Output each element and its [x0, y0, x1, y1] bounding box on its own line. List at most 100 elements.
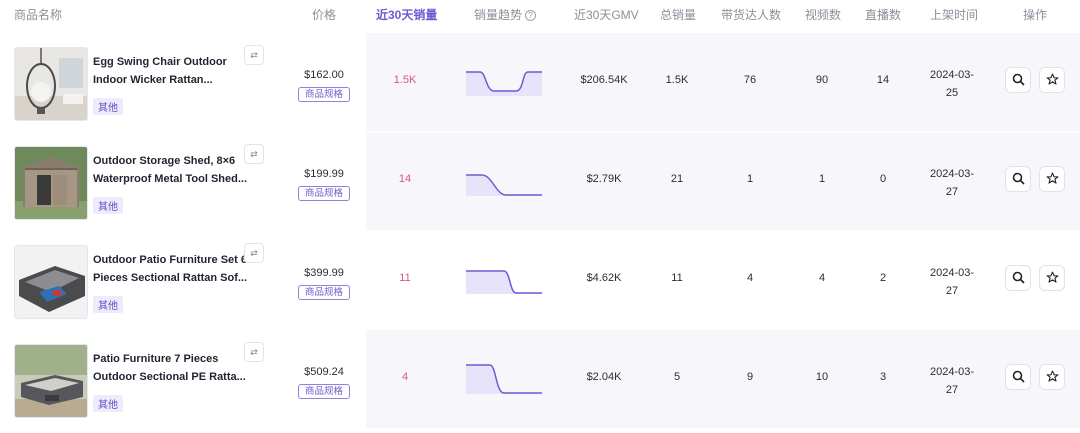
- header-listed-date[interactable]: 上架时间: [930, 6, 978, 23]
- total-sales: 11: [671, 272, 683, 284]
- category-badge: 其他: [93, 296, 123, 313]
- spec-button[interactable]: 商品规格: [298, 87, 350, 102]
- product-thumbnail[interactable]: [14, 344, 88, 418]
- search-icon: [1012, 271, 1025, 284]
- price: $399.99: [304, 267, 344, 279]
- header-trend[interactable]: 销量趋势?: [474, 6, 537, 23]
- table-row[interactable]: Outdoor Storage Shed, 8×6 Waterproof Met…: [0, 132, 1080, 230]
- listed-date-line1: 2024-03-: [929, 366, 975, 378]
- favorite-button[interactable]: [1039, 364, 1065, 390]
- video-count: 1: [818, 173, 826, 185]
- product-title[interactable]: Outdoor Patio Furniture Set 6 Pieces Sec…: [93, 251, 263, 287]
- listed-date: 2024-03- 25: [920, 66, 984, 102]
- header-creators[interactable]: 带货达人数: [721, 6, 781, 23]
- table-row[interactable]: Patio Furniture 7 Pieces Outdoor Section…: [0, 330, 1080, 428]
- translate-icon[interactable]: ⇄: [244, 342, 264, 362]
- favorite-button[interactable]: [1039, 166, 1065, 192]
- gmv-30d: $4.62K: [586, 272, 622, 284]
- search-button[interactable]: [1005, 265, 1031, 291]
- creator-count: 4: [746, 272, 754, 284]
- product-cell: Outdoor Storage Shed, 8×6 Waterproof Met…: [0, 132, 366, 230]
- sales-30d: 1.5K: [393, 74, 417, 86]
- translate-icon[interactable]: ⇄: [244, 144, 264, 164]
- product-thumbnail[interactable]: [14, 146, 88, 220]
- creator-count: 76: [743, 74, 757, 86]
- product-title[interactable]: Outdoor Storage Shed, 8×6 Waterproof Met…: [93, 152, 263, 188]
- product-table: 商品名称 价格 近30天销量 销量趋势? 近30天GMV 总销量 带货达人数 视…: [0, 0, 1080, 433]
- listed-date: 2024-03- 27: [920, 264, 984, 300]
- sales-trend-sparkline: [466, 71, 542, 96]
- sales-trend-sparkline: [466, 270, 542, 294]
- header-product[interactable]: 商品名称: [14, 6, 62, 23]
- product-title[interactable]: Patio Furniture 7 Pieces Outdoor Section…: [93, 350, 263, 386]
- listed-date: 2024-03- 27: [920, 165, 984, 201]
- category-badge: 其他: [93, 395, 123, 412]
- search-button[interactable]: [1005, 364, 1031, 390]
- star-icon: [1046, 172, 1058, 184]
- sales-30d: 14: [398, 173, 412, 185]
- gmv-30d: $206.54K: [580, 74, 628, 86]
- product-cell: Egg Swing Chair Outdoor Indoor Wicker Ra…: [0, 33, 366, 131]
- total-sales: 21: [670, 173, 684, 185]
- live-count: 3: [879, 371, 887, 383]
- table-row[interactable]: Outdoor Patio Furniture Set 6 Pieces Sec…: [0, 231, 1080, 329]
- favorite-button[interactable]: [1039, 67, 1065, 93]
- product-title-line2: Outdoor Sectional PE Ratta...: [93, 371, 246, 383]
- product-thumbnail[interactable]: [14, 47, 88, 121]
- product-cell: Outdoor Patio Furniture Set 6 Pieces Sec…: [0, 231, 366, 329]
- product-title[interactable]: Egg Swing Chair Outdoor Indoor Wicker Ra…: [93, 53, 263, 89]
- live-count: 0: [879, 173, 887, 185]
- translate-icon[interactable]: ⇄: [244, 45, 264, 65]
- product-title-line2: Pieces Sectional Rattan Sof...: [93, 272, 248, 284]
- table-row[interactable]: Egg Swing Chair Outdoor Indoor Wicker Ra…: [0, 33, 1080, 131]
- listed-date-line2: 27: [945, 384, 959, 396]
- product-title-line1: Patio Furniture 7 Pieces: [93, 353, 219, 365]
- listed-date: 2024-03- 27: [920, 363, 984, 399]
- sales-trend-sparkline: [466, 174, 542, 196]
- product-cell: Patio Furniture 7 Pieces Outdoor Section…: [0, 330, 366, 428]
- product-title-line1: Egg Swing Chair Outdoor: [93, 56, 227, 68]
- translate-icon[interactable]: ⇄: [244, 243, 264, 263]
- product-title-line2: Waterproof Metal Tool Shed...: [93, 173, 247, 185]
- header-actions: 操作: [1023, 8, 1048, 22]
- search-button[interactable]: [1005, 67, 1031, 93]
- video-count: 90: [815, 74, 829, 86]
- sales-trend-sparkline: [466, 364, 542, 394]
- product-title-line2: Indoor Wicker Rattan...: [93, 74, 213, 86]
- table-header: 商品名称 价格 近30天销量 销量趋势? 近30天GMV 总销量 带货达人数 视…: [0, 0, 1080, 30]
- listed-date-line1: 2024-03-: [929, 267, 975, 279]
- help-icon[interactable]: ?: [525, 10, 537, 21]
- search-button[interactable]: [1005, 166, 1031, 192]
- spec-button[interactable]: 商品规格: [298, 384, 350, 399]
- header-videos[interactable]: 视频数: [805, 6, 841, 23]
- video-count: 4: [818, 272, 826, 284]
- sales-30d: 11: [399, 272, 411, 284]
- creator-count: 1: [746, 173, 754, 185]
- product-title-line1: Outdoor Patio Furniture Set 6: [93, 254, 248, 266]
- header-sales30[interactable]: 近30天销量: [376, 6, 437, 23]
- sales-30d: 4: [401, 371, 409, 383]
- product-thumbnail[interactable]: [14, 245, 88, 319]
- creator-count: 9: [746, 371, 754, 383]
- price: $162.00: [304, 69, 344, 81]
- live-count: 2: [879, 272, 887, 284]
- spec-button[interactable]: 商品规格: [298, 285, 350, 300]
- star-icon: [1046, 370, 1058, 382]
- gmv-30d: $2.79K: [586, 173, 622, 185]
- header-trend-label: 销量趋势: [474, 8, 523, 22]
- total-sales: 5: [673, 371, 681, 383]
- price: $199.99: [304, 168, 344, 180]
- header-lives[interactable]: 直播数: [865, 6, 901, 23]
- price: $509.24: [304, 366, 344, 378]
- listed-date-line2: 25: [945, 87, 959, 99]
- gmv-30d: $2.04K: [586, 371, 622, 383]
- header-price[interactable]: 价格: [312, 6, 336, 23]
- header-total-sales[interactable]: 总销量: [660, 6, 696, 23]
- search-icon: [1012, 370, 1025, 383]
- spec-button[interactable]: 商品规格: [298, 186, 350, 201]
- favorite-button[interactable]: [1039, 265, 1065, 291]
- listed-date-line2: 27: [945, 186, 959, 198]
- total-sales: 1.5K: [665, 74, 689, 86]
- header-gmv30[interactable]: 近30天GMV: [574, 6, 639, 23]
- listed-date-line1: 2024-03-: [929, 168, 975, 180]
